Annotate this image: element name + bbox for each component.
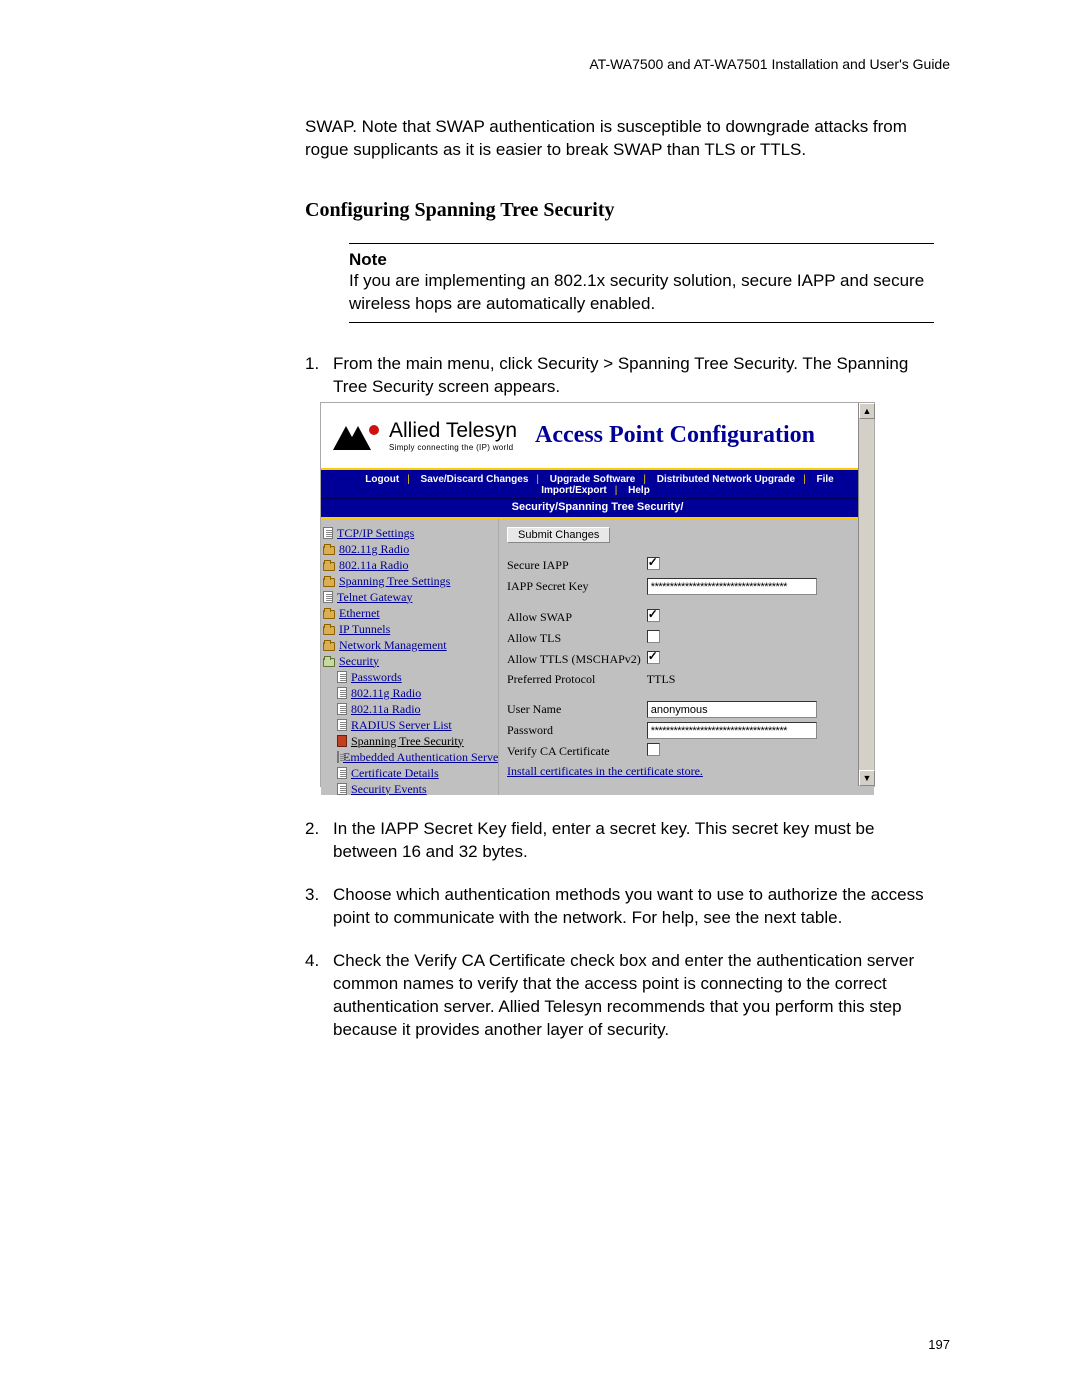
nav-ip-tunnels[interactable]: IP Tunnels (323, 621, 496, 637)
allow-swap-checkbox[interactable] (647, 609, 660, 622)
nav-embedded-auth-server[interactable]: Embedded Authentication Server (323, 749, 496, 765)
allow-ttls-label: Allow TTLS (MSCHAPv2) (507, 649, 647, 670)
verify-ca-checkbox[interactable] (647, 743, 660, 756)
submit-changes-button[interactable]: Submit Changes (507, 527, 610, 543)
nav-spanning-tree-settings[interactable]: Spanning Tree Settings (323, 573, 496, 589)
step-text: In the IAPP Secret Key field, enter a se… (333, 818, 935, 864)
step-text: From the main menu, click Security > Spa… (333, 353, 935, 399)
user-name-label: User Name (507, 699, 647, 720)
page-icon (337, 751, 339, 763)
nav-80211a-radio[interactable]: 802.11a Radio (323, 557, 496, 573)
folder-icon (323, 546, 335, 555)
note-body: If you are implementing an 802.1x securi… (349, 270, 934, 322)
secure-iapp-checkbox[interactable] (647, 557, 660, 570)
intro-paragraph: SWAP. Note that SWAP authentication is s… (305, 116, 935, 162)
nav-telnet-gateway[interactable]: Telnet Gateway (323, 589, 496, 605)
nav-logout[interactable]: Logout (361, 474, 403, 485)
nav-radius-server-list[interactable]: RADIUS Server List (323, 717, 496, 733)
header-banner: Allied Telesyn Simply connecting the (IP… (321, 403, 874, 468)
allow-tls-label: Allow TLS (507, 628, 647, 649)
folder-icon (323, 562, 335, 571)
folder-icon (323, 626, 335, 635)
nav-passwords[interactable]: Passwords (323, 669, 496, 685)
page-icon (337, 767, 347, 779)
top-nav-bar: Logout| Save/Discard Changes| Upgrade So… (321, 468, 874, 499)
nav-certificate-details[interactable]: Certificate Details (323, 765, 496, 781)
preferred-protocol-label: Preferred Protocol (507, 670, 647, 689)
page-icon (337, 719, 347, 731)
note-block: Note If you are implementing an 802.1x s… (349, 243, 934, 323)
step-text: Check the Verify CA Certificate check bo… (333, 950, 935, 1042)
page-number: 197 (928, 1337, 950, 1352)
step-2: 2. In the IAPP Secret Key field, enter a… (305, 818, 935, 864)
nav-security[interactable]: Security (323, 653, 496, 669)
active-page-icon (337, 735, 347, 747)
nav-ethernet[interactable]: Ethernet (323, 605, 496, 621)
folder-icon (323, 578, 335, 587)
nav-tree: TCP/IP Settings 802.11g Radio 802.11a Ra… (321, 519, 499, 795)
page-title: Access Point Configuration (535, 422, 815, 449)
breadcrumb: Security/Spanning Tree Security/ (321, 499, 874, 519)
open-folder-icon (323, 658, 335, 667)
section-heading: Configuring Spanning Tree Security (305, 199, 615, 222)
config-screenshot: ▲ ▼ Allied Telesyn Simply connecting the… (320, 402, 875, 787)
preferred-protocol-value: TTLS (647, 670, 823, 689)
doc-header: AT-WA7500 and AT-WA7501 Installation and… (589, 56, 950, 72)
page-icon (337, 671, 347, 683)
user-name-input[interactable] (647, 701, 817, 718)
password-input[interactable] (647, 722, 817, 739)
step-number: 1. (305, 353, 333, 399)
nav-tcpip-settings[interactable]: TCP/IP Settings (323, 525, 496, 541)
brand-name: Allied Telesyn (389, 419, 517, 442)
form-panel: Submit Changes Secure IAPP IAPP Secret K… (499, 519, 874, 795)
scrollbar[interactable]: ▲ ▼ (858, 403, 874, 786)
page-icon (323, 527, 333, 539)
folder-icon (323, 642, 335, 651)
allow-swap-label: Allow SWAP (507, 607, 647, 628)
nav-save-discard[interactable]: Save/Discard Changes (417, 474, 533, 485)
allow-tls-checkbox[interactable] (647, 630, 660, 643)
step-number: 3. (305, 884, 333, 930)
verify-ca-label: Verify CA Certificate (507, 741, 647, 762)
steps-2-4: 2. In the IAPP Secret Key field, enter a… (305, 818, 935, 1062)
nav-network-management[interactable]: Network Management (323, 637, 496, 653)
step-4: 4. Check the Verify CA Certificate check… (305, 950, 935, 1042)
step-3: 3. Choose which authentication methods y… (305, 884, 935, 930)
step-number: 4. (305, 950, 333, 1042)
nav-security-events[interactable]: Security Events (323, 781, 496, 795)
scroll-down-button[interactable]: ▼ (859, 770, 875, 786)
install-certificates-link[interactable]: Install certificates in the certificate … (507, 764, 703, 778)
brand-tagline: Simply connecting the (IP) world (389, 443, 517, 452)
step-text: Choose which authentication methods you … (333, 884, 935, 930)
allied-telesyn-logo-icon (333, 422, 381, 450)
page-icon (337, 687, 347, 699)
nav-sec-80211g[interactable]: 802.11g Radio (323, 685, 496, 701)
page-icon (337, 783, 347, 795)
nav-sec-80211a[interactable]: 802.11a Radio (323, 701, 496, 717)
scroll-up-button[interactable]: ▲ (859, 403, 875, 419)
password-label: Password (507, 720, 647, 741)
iapp-secret-key-label: IAPP Secret Key (507, 576, 647, 597)
nav-80211g-radio[interactable]: 802.11g Radio (323, 541, 496, 557)
nav-help[interactable]: Help (624, 485, 654, 496)
nav-spanning-tree-security[interactable]: Spanning Tree Security (323, 733, 496, 749)
allow-ttls-checkbox[interactable] (647, 651, 660, 664)
folder-icon (323, 610, 335, 619)
nav-distributed-upgrade[interactable]: Distributed Network Upgrade (653, 474, 799, 485)
step-number: 2. (305, 818, 333, 864)
nav-upgrade-software[interactable]: Upgrade Software (546, 474, 640, 485)
brand-block: Allied Telesyn Simply connecting the (IP… (389, 419, 517, 452)
iapp-secret-key-input[interactable] (647, 578, 817, 595)
secure-iapp-label: Secure IAPP (507, 555, 647, 576)
note-title: Note (349, 244, 934, 270)
page-icon (323, 591, 333, 603)
page-icon (337, 703, 347, 715)
